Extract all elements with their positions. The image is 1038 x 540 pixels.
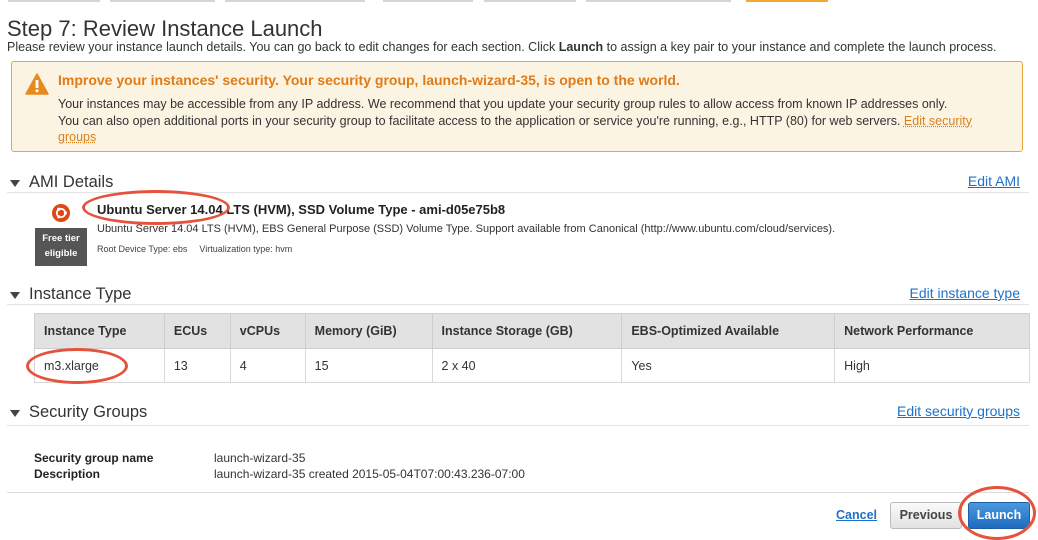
instance-type-title: Instance Type [29, 285, 132, 303]
column-header: Network Performance [834, 313, 1030, 349]
wizard-tabs-strip [0, 0, 1038, 3]
divider [7, 425, 1029, 426]
security-warning-box: Improve your instances' security. Your s… [11, 61, 1023, 152]
page-subtitle: Please review your instance launch detai… [7, 40, 997, 54]
table-cell: 4 [229, 348, 306, 383]
collapse-arrow-icon[interactable] [10, 292, 20, 299]
table-cell: 13 [163, 348, 231, 383]
footer-divider [7, 492, 1029, 493]
cancel-button[interactable]: Cancel [836, 508, 877, 522]
table-cell: 2 x 40 [431, 348, 623, 383]
ami-meta: Root Device Type: ebs Virtualization type… [97, 244, 293, 254]
table-cell: High [834, 348, 1030, 383]
sg-description-label: Description [34, 467, 101, 481]
edit-ami-link[interactable]: Edit AMI [968, 173, 1020, 189]
column-header: vCPUs [229, 313, 306, 349]
warning-line-2: You can also open additional ports in yo… [58, 113, 972, 145]
collapse-arrow-icon[interactable] [10, 410, 20, 417]
column-header: Instance Type [34, 313, 165, 349]
column-header: Instance Storage (GB) [431, 313, 623, 349]
table-row: m3.xlarge 13 4 15 2 x 40 Yes High [34, 348, 1030, 383]
ami-description: Ubuntu Server 14.04 LTS (HVM), EBS Gener… [97, 223, 836, 235]
edit-instance-type-link[interactable]: Edit instance type [909, 285, 1020, 301]
security-group-details: Security group name launch-wizard-35 Desc… [34, 450, 525, 482]
annotation-circle-instance [26, 348, 128, 384]
free-tier-badge: Free tier eligible [35, 228, 87, 266]
warning-line-1: Your instances may be accessible from an… [58, 97, 948, 111]
ubuntu-logo-icon [52, 204, 70, 222]
warning-heading: Improve your instances' security. Your s… [58, 72, 680, 88]
ami-details-title: AMI Details [29, 173, 114, 191]
divider [7, 304, 1029, 305]
warning-body: Your instances may be accessible from an… [58, 96, 1008, 146]
security-groups-header[interactable]: Security Groups Edit security groups [0, 403, 1038, 425]
sg-name-value: launch-wizard-35 [214, 451, 306, 465]
warning-triangle-icon [25, 73, 49, 95]
table-header-row: Instance Type ECUs vCPUs Memory (GiB) In… [34, 313, 1030, 349]
security-groups-title: Security Groups [29, 403, 148, 421]
collapse-arrow-icon[interactable] [10, 180, 20, 187]
sg-name-label: Security group name [34, 451, 154, 465]
page-title: Step 7: Review Instance Launch [7, 16, 323, 41]
column-header: ECUs [163, 313, 231, 349]
sg-description-value: launch-wizard-35 created 2015-05-04T07:0… [214, 467, 525, 481]
edit-security-groups-section-link[interactable]: Edit security groups [897, 403, 1020, 419]
subtitle-launch-emphasis: Launch [558, 40, 604, 54]
column-header: Memory (GiB) [304, 313, 433, 349]
table-cell: Yes [621, 348, 836, 383]
table-cell: 15 [304, 348, 433, 383]
annotation-circle-launch [958, 486, 1036, 540]
previous-button[interactable]: Previous [890, 502, 962, 529]
annotation-circle-ami [82, 190, 230, 225]
column-header: EBS-Optimized Available [621, 313, 836, 349]
instance-type-table: Instance Type ECUs vCPUs Memory (GiB) In… [34, 313, 1030, 383]
